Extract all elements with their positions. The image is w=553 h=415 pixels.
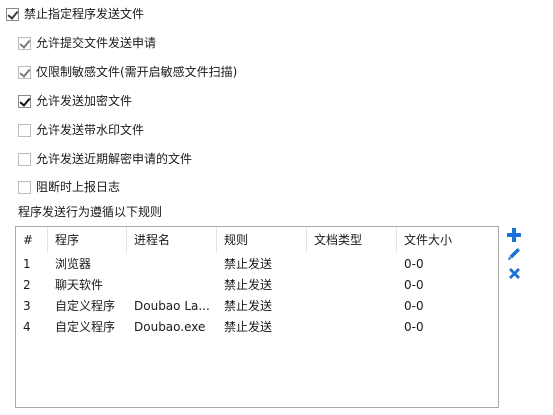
report-log-checkbox-row[interactable]: 阻断时上报日志 <box>18 179 120 195</box>
forbid-send-label: 禁止指定程序发送文件 <box>24 7 145 21</box>
row-doc-type <box>307 275 397 296</box>
row-number: 4 <box>23 320 31 334</box>
column-header-process[interactable]: 进程名 <box>127 227 217 253</box>
plus-icon <box>507 228 521 242</box>
allow-watermark-label: 允许发送带水印文件 <box>36 123 145 137</box>
pencil-icon <box>508 248 520 260</box>
edit-rule-button[interactable] <box>505 245 523 263</box>
table-row[interactable]: 2 聊天软件 禁止发送 0-0 <box>16 275 498 296</box>
report-log-label: 阻断时上报日志 <box>36 180 121 194</box>
allow-watermark-checkbox[interactable] <box>18 123 31 137</box>
column-header-doc-type[interactable]: 文档类型 <box>307 227 397 253</box>
rules-list[interactable]: # 程序 进程名 规则 文档类型 文件大小 1 浏览器 禁止发送 0-0 2 聊… <box>15 226 499 408</box>
allow-apply-checkbox-row[interactable]: 允许提交文件发送申请 <box>18 35 156 51</box>
row-doc-type <box>307 317 397 338</box>
allow-recent-decrypt-checkbox[interactable] <box>18 152 31 166</box>
row-rule: 禁止发送 <box>224 257 273 271</box>
row-size: 0-0 <box>404 320 424 334</box>
column-header-number[interactable]: # <box>16 227 48 253</box>
allow-encrypted-label: 允许发送加密文件 <box>36 94 133 108</box>
row-process: Doubao.exe <box>134 320 206 334</box>
row-doc-type <box>307 296 397 317</box>
row-program: 聊天软件 <box>55 278 104 292</box>
row-doc-type <box>307 254 397 275</box>
row-size: 0-0 <box>404 278 424 292</box>
row-size: 0-0 <box>404 257 424 271</box>
forbid-send-checkbox-row[interactable]: 禁止指定程序发送文件 <box>6 6 144 22</box>
rules-section-label: 程序发送行为遵循以下规则 <box>18 205 163 219</box>
row-process <box>127 254 217 275</box>
column-header-program[interactable]: 程序 <box>48 227 127 253</box>
sensitive-only-checkbox[interactable] <box>18 65 31 79</box>
report-log-checkbox[interactable] <box>18 180 31 194</box>
table-row[interactable]: 3 自定义程序 Doubao La... 禁止发送 0-0 <box>16 296 498 317</box>
allow-recent-decrypt-label: 允许发送近期解密申请的文件 <box>36 152 193 166</box>
row-number: 3 <box>23 299 31 313</box>
row-rule: 禁止发送 <box>224 320 273 334</box>
column-header-file-size[interactable]: 文件大小 <box>397 227 492 253</box>
forbid-send-checkbox[interactable] <box>6 7 19 21</box>
delete-rule-button[interactable] <box>505 264 523 282</box>
row-program: 自定义程序 <box>55 299 116 313</box>
table-row[interactable]: 1 浏览器 禁止发送 0-0 <box>16 254 498 275</box>
allow-encrypted-checkbox-row[interactable]: 允许发送加密文件 <box>18 93 132 109</box>
allow-recent-decrypt-checkbox-row[interactable]: 允许发送近期解密申请的文件 <box>18 151 192 167</box>
allow-apply-checkbox[interactable] <box>18 36 31 50</box>
sensitive-only-checkbox-row[interactable]: 仅限制敏感文件(需开启敏感文件扫描) <box>18 64 237 80</box>
row-program: 浏览器 <box>55 257 92 271</box>
list-header: # 程序 进程名 规则 文档类型 文件大小 <box>16 227 498 253</box>
sensitive-only-label: 仅限制敏感文件(需开启敏感文件扫描) <box>36 65 238 79</box>
allow-watermark-checkbox-row[interactable]: 允许发送带水印文件 <box>18 122 144 138</box>
row-number: 1 <box>23 257 31 271</box>
column-header-rule[interactable]: 规则 <box>217 227 307 253</box>
row-size: 0-0 <box>404 299 424 313</box>
row-rule: 禁止发送 <box>224 278 273 292</box>
allow-apply-label: 允许提交文件发送申请 <box>36 36 157 50</box>
row-number: 2 <box>23 278 31 292</box>
row-process: Doubao La... <box>134 299 210 313</box>
allow-encrypted-checkbox[interactable] <box>18 94 31 108</box>
row-program: 自定义程序 <box>55 320 116 334</box>
table-row[interactable]: 4 自定义程序 Doubao.exe 禁止发送 0-0 <box>16 317 498 338</box>
row-rule: 禁止发送 <box>224 299 273 313</box>
add-rule-button[interactable] <box>505 226 523 244</box>
x-icon <box>508 267 520 279</box>
row-process <box>127 275 217 296</box>
